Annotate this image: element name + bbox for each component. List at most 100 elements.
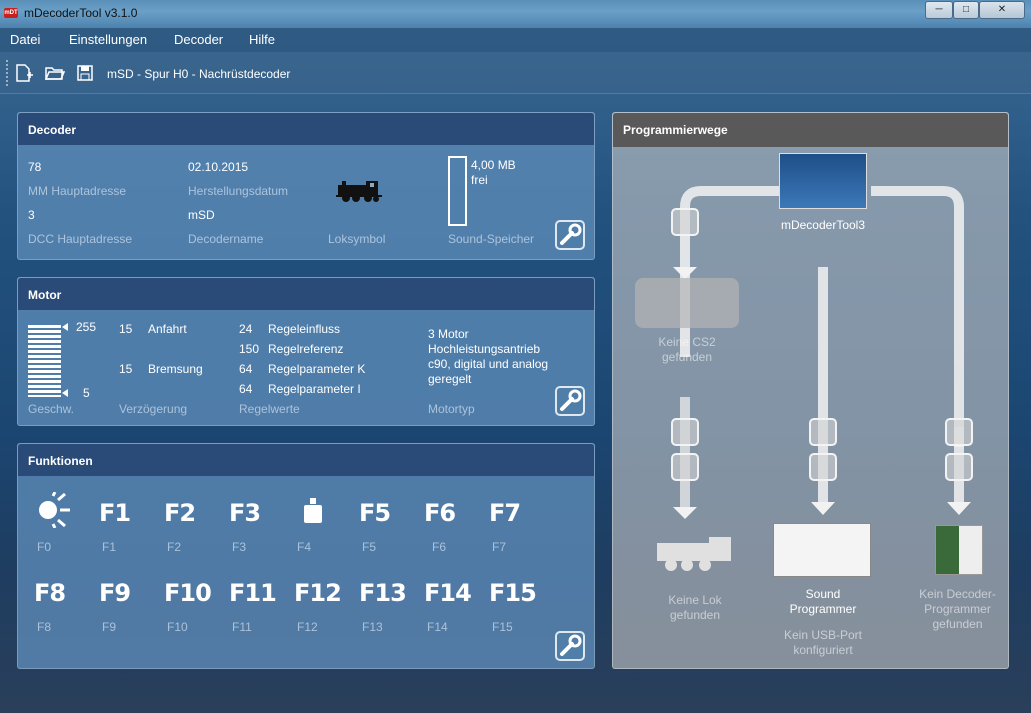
production-date-value: 02.10.2015 <box>188 160 249 174</box>
motortype-line-3: c90, digital und analog <box>428 357 549 371</box>
maximize-button[interactable]: □ <box>953 1 979 19</box>
mdecodertool-screenshot-icon <box>779 153 867 209</box>
speed-max-value: 255 <box>76 320 97 334</box>
function-key-f6[interactable]: F6 <box>424 499 456 527</box>
decprog-status-line-2: Programmer <box>924 602 991 616</box>
decoder-caption: mSD - Spur H0 - Nachrüstdecoder <box>107 67 291 81</box>
function-key-f15[interactable]: F15 <box>489 579 537 607</box>
decoder-panel-title: Decoder <box>18 113 594 145</box>
dcc-address-label: DCC Hauptadresse <box>28 232 133 246</box>
usb-status-line-1: Kein USB-Port <box>783 628 863 642</box>
locomotive-symbol-icon <box>336 181 382 202</box>
function-key-f14[interactable]: F14 <box>424 579 472 607</box>
speed-slider[interactable] <box>28 325 61 397</box>
menu-hilfe[interactable]: Hilfe <box>249 32 275 47</box>
sound-memory-value: 4,00 MB <box>471 158 516 172</box>
window-title: mDecoderTool v3.1.0 <box>24 6 138 20</box>
reg-name-3: Regelparameter K <box>268 362 366 376</box>
function-key-f3[interactable]: F3 <box>229 499 261 527</box>
speed-max-marker[interactable] <box>62 323 68 331</box>
function-key-f7[interactable]: F7 <box>489 499 521 527</box>
menu-einstellungen[interactable]: Einstellungen <box>69 32 147 47</box>
wrench-icon <box>560 389 582 411</box>
download-arrow-sound[interactable] <box>809 418 837 446</box>
function-key-f13[interactable]: F13 <box>359 579 407 607</box>
weight-icon[interactable] <box>302 498 324 524</box>
view-eye-decprog[interactable] <box>945 453 973 481</box>
function-label-f3: F3 <box>232 540 247 554</box>
save-icon[interactable] <box>75 64 95 82</box>
brake-label: Bremsung <box>148 362 203 376</box>
decoder-settings-button[interactable] <box>555 220 585 250</box>
usb-status-line-2: konfiguriert <box>793 643 853 657</box>
title-bar: mDT mDecoderTool v3.1.0 ─ □ ✕ <box>0 0 1031 28</box>
menu-bar: Datei Einstellungen Decoder Hilfe <box>0 28 1031 52</box>
function-key-f8[interactable]: F8 <box>34 579 66 607</box>
function-label-f7: F7 <box>492 540 507 554</box>
motor-panel-title: Motor <box>18 278 594 310</box>
reg-name-4: Regelparameter I <box>268 382 361 396</box>
function-key-f2[interactable]: F2 <box>164 499 196 527</box>
mm-address-label: MM Hauptadresse <box>28 184 127 198</box>
function-key-f10[interactable]: F10 <box>164 579 212 607</box>
open-folder-icon[interactable] <box>45 64 65 82</box>
function-label-f13: F13 <box>362 620 383 634</box>
app-icon: mDT <box>4 8 18 18</box>
function-label-f11: F11 <box>232 620 252 634</box>
function-key-f1[interactable]: F1 <box>99 499 131 527</box>
minimize-button[interactable]: ─ <box>925 1 953 19</box>
toolbar: mSD - Spur H0 - Nachrüstdecoder <box>0 52 1031 94</box>
function-key-f11[interactable]: F11 <box>229 579 277 607</box>
sound-programmer-icon <box>773 523 871 577</box>
programming-paths-panel: Programmierwege mDecoderTool3 Keine CS2 … <box>612 112 1009 669</box>
decprog-status-line-3: gefunden <box>932 617 983 631</box>
wrench-icon <box>560 223 582 245</box>
programming-paths-title: Programmierwege <box>613 113 1008 147</box>
mdecodertool-label: mDecoderTool3 <box>780 218 866 232</box>
reg-value-4: 64 <box>239 382 253 396</box>
accel-value: 15 <box>119 322 133 336</box>
locomotive-gray-icon <box>657 537 731 571</box>
decoder-name-value: mSD <box>188 208 215 222</box>
decprog-status-line-1: Kein Decoder- <box>919 587 996 601</box>
function-key-f5[interactable]: F5 <box>359 499 391 527</box>
view-eye-sound[interactable] <box>809 453 837 481</box>
brake-value: 15 <box>119 362 133 376</box>
download-arrow-decprog[interactable] <box>945 418 973 446</box>
menu-decoder[interactable]: Decoder <box>174 32 223 47</box>
function-label-f2: F2 <box>167 540 182 554</box>
motortype-label: Motortyp <box>428 402 475 416</box>
reg-value-3: 64 <box>239 362 253 376</box>
close-button[interactable]: ✕ <box>979 1 1025 19</box>
new-file-icon[interactable] <box>14 64 34 82</box>
function-label-f10: F10 <box>167 620 188 634</box>
motortype-line-2: Hochleistungsantrieb <box>428 342 541 356</box>
light-icon[interactable] <box>34 492 72 528</box>
reg-label: Regelwerte <box>239 402 300 416</box>
functions-panel: Funktionen F1 F2 F3 F5 F6 F7 F0 F1 F2 F3… <box>17 443 595 669</box>
download-arrow-cs2[interactable] <box>671 208 699 236</box>
function-label-f0: F0 <box>37 540 52 554</box>
sound-programmer-line-2: Programmer <box>789 602 857 616</box>
download-arrow-lok[interactable] <box>671 418 699 446</box>
function-label-f15: F15 <box>492 620 513 634</box>
menu-datei[interactable]: Datei <box>10 32 40 47</box>
function-label-f5: F5 <box>362 540 377 554</box>
view-eye-lok[interactable] <box>671 453 699 481</box>
function-key-f12[interactable]: F12 <box>294 579 342 607</box>
motortype-line-1: 3 Motor <box>428 327 469 341</box>
lok-status-line-2: gefunden <box>669 608 721 622</box>
functions-settings-button[interactable] <box>555 631 585 661</box>
function-label-f4: F4 <box>297 540 312 554</box>
reg-value-2: 150 <box>239 342 260 356</box>
wrench-icon <box>560 634 582 656</box>
sound-memory-label: Sound-Speicher <box>448 232 535 246</box>
motor-settings-button[interactable] <box>555 386 585 416</box>
delay-label: Verzögerung <box>119 402 188 416</box>
function-label-f6: F6 <box>432 540 447 554</box>
function-key-f9[interactable]: F9 <box>99 579 131 607</box>
production-date-label: Herstellungsdatum <box>188 184 289 198</box>
speed-min-marker[interactable] <box>62 389 68 397</box>
functions-panel-title: Funktionen <box>18 444 594 476</box>
speed-min-value: 5 <box>83 386 90 400</box>
